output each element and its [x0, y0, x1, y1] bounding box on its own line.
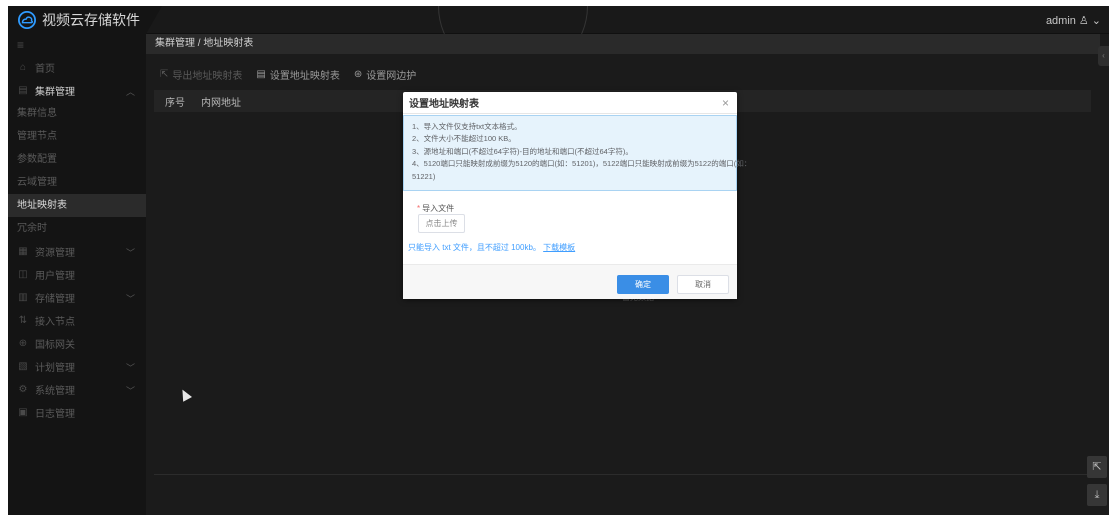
upload-button[interactable]: 点击上传	[418, 214, 465, 233]
sidebar-item-storage[interactable]: ▥ 存储管理 ﹀	[8, 286, 146, 309]
cancel-button[interactable]: 取消	[677, 275, 729, 294]
sidebar-item-users[interactable]: ◫ 用户管理	[8, 263, 146, 286]
sidebar-subitem-cluster-info[interactable]: 集群信息	[8, 102, 146, 125]
export-map-label: 导出地址映射表	[172, 70, 243, 82]
sidebar-item-system[interactable]: ⚙ 系统管理 ﹀	[8, 378, 146, 401]
sidebar-item-label: 首页	[35, 64, 55, 75]
form-label-text: 导入文件	[422, 204, 455, 213]
home-icon: ⌂	[19, 62, 27, 73]
gateway-icon: ⊕	[18, 338, 28, 349]
storage-icon: ▥	[18, 292, 28, 303]
app-title: 视频云存储软件	[42, 13, 140, 29]
top-bar: 视频云存储软件 admin ♙ ⌄	[8, 6, 1109, 76]
confirm-button[interactable]: 确定	[617, 275, 669, 294]
column-header-index: 序号	[165, 97, 185, 109]
hint-text: 只能导入 txt 文件，且不超过 100kb。	[408, 243, 541, 252]
user-name: admin	[1045, 14, 1076, 27]
sidebar-item-label: 计划管理	[35, 363, 75, 374]
sidebar-item-label: 接入节点	[35, 317, 75, 328]
sidebar-item-logs[interactable]: ▣ 日志管理	[8, 401, 146, 424]
sidebar-subitem-address-map[interactable]: 地址映射表	[8, 194, 146, 217]
chevron-down-icon: ﹀	[125, 363, 135, 373]
sidebar-item-home[interactable]: ⌂ 首页	[8, 56, 146, 79]
set-protect-label: 设置网边护	[366, 70, 417, 82]
tip-line: 1、导入文件仅支持txt文本格式。	[412, 122, 522, 131]
system-icon: ⚙	[18, 384, 28, 395]
plan-icon: ▧	[18, 361, 28, 372]
column-header-address: 内网地址	[201, 97, 241, 109]
sidebar-item-gateway[interactable]: ⊕ 国标网关	[8, 332, 146, 355]
user-menu[interactable]: admin ♙ ⌄	[1045, 14, 1101, 28]
sidebar-item-label: 存储管理	[35, 294, 75, 305]
export-map-button[interactable]: ⇱ 导出地址映射表	[160, 67, 242, 82]
tip-line: 4、5120端口只能映射成前缀为5120的端口(如：51201)，5122端口只…	[412, 159, 752, 169]
chevron-down-icon: ﹀	[125, 386, 135, 396]
settings-icon: ⊛	[353, 68, 363, 80]
sidebar-subitem-manage-nodes[interactable]: 管理节点	[8, 125, 146, 148]
download-side-icon[interactable]: ⤓	[1087, 484, 1107, 506]
download-template-link[interactable]: 下载模板	[543, 243, 575, 252]
brand-divider	[146, 6, 162, 34]
breadcrumb: 集群管理 / 地址映射表	[146, 34, 1100, 54]
chevron-down-icon: ⌄	[1091, 15, 1101, 27]
address-map-dialog: 设置地址映射表 × 1、导入文件仅支持txt文本格式。 2、文件大小不能超过10…	[403, 92, 752, 299]
cluster-icon: ▤	[18, 85, 28, 96]
log-icon: ▣	[18, 407, 28, 418]
sidebar-subitem-redundancy[interactable]: 冗余时	[8, 217, 146, 240]
node-icon: ⇅	[18, 315, 28, 326]
dialog-footer: 确定 取消	[403, 264, 737, 299]
sidebar-item-label: 集群管理	[35, 87, 75, 98]
sidebar: ≡ ⌂ 首页 ▤ 集群管理 ︿ 集群信息 管理节点 参数配置 云域管理 地址映射…	[8, 34, 146, 515]
toolbar: ⇱ 导出地址映射表 ▤ 设置地址映射表 ⊛ 设置网边护	[146, 62, 416, 86]
tip-line: 3、源地址和端口(不超过64字符)-目的地址和端口(不超过64字符)。	[412, 146, 633, 156]
required-mark: *	[417, 204, 421, 213]
info-tips: 1、导入文件仅支持txt文本格式。 2、文件大小不能超过100 KB。 3、源地…	[403, 115, 752, 191]
dialog-header: 设置地址映射表 ×	[403, 92, 737, 114]
export-side-icon[interactable]: ⇱	[1087, 456, 1107, 478]
sidebar-item-label: 资源管理	[35, 248, 75, 259]
user-icon: ◫	[18, 269, 28, 280]
chevron-down-icon: ﹀	[125, 248, 135, 258]
set-map-button[interactable]: ▤ 设置地址映射表	[256, 67, 339, 82]
cloud-logo-icon	[18, 11, 36, 29]
sidebar-item-cluster[interactable]: ▤ 集群管理 ︿	[8, 79, 146, 102]
divider	[154, 474, 1091, 475]
tip-line: 51221)	[412, 171, 436, 181]
resource-icon: ▦	[18, 246, 28, 257]
user-icon: ♙	[1078, 15, 1089, 27]
dialog-title: 设置地址映射表	[409, 99, 479, 110]
sidebar-item-label: 国标网关	[35, 340, 75, 351]
app-window: 视频云存储软件 admin ♙ ⌄ ≡ ⌂ 首页 ▤ 集群管理 ︿ 集群信息 管…	[8, 6, 1109, 515]
chevron-down-icon: ﹀	[125, 294, 135, 304]
set-protect-button[interactable]: ⊛ 设置网边护	[354, 67, 416, 82]
sidebar-subitem-cloud-domain[interactable]: 云域管理	[8, 171, 146, 194]
menu-toggle-icon[interactable]: ≡	[8, 34, 146, 56]
collapse-tab-icon[interactable]: ‹	[1098, 46, 1109, 66]
sidebar-item-label: 日志管理	[35, 409, 75, 420]
sidebar-item-plan[interactable]: ▧ 计划管理 ﹀	[8, 355, 146, 378]
import-file-label: * 导入文件	[417, 203, 454, 214]
chevron-up-icon: ︿	[125, 87, 135, 97]
brand: 视频云存储软件	[8, 6, 146, 34]
sidebar-item-label: 系统管理	[35, 386, 75, 397]
set-map-label: 设置地址映射表	[269, 70, 340, 82]
file-icon: ▤	[256, 68, 266, 80]
sidebar-item-label: 用户管理	[35, 271, 75, 282]
sidebar-subitem-params[interactable]: 参数配置	[8, 148, 146, 171]
export-icon: ⇱	[160, 68, 169, 80]
upload-hint: 只能导入 txt 文件，且不超过 100kb。 下载模板	[408, 242, 575, 253]
tip-line: 2、文件大小不能超过100 KB。	[412, 134, 516, 144]
sidebar-item-access-node[interactable]: ⇅ 接入节点	[8, 309, 146, 332]
close-icon[interactable]: ×	[722, 97, 729, 109]
sidebar-item-resource[interactable]: ▦ 资源管理 ﹀	[8, 240, 146, 263]
